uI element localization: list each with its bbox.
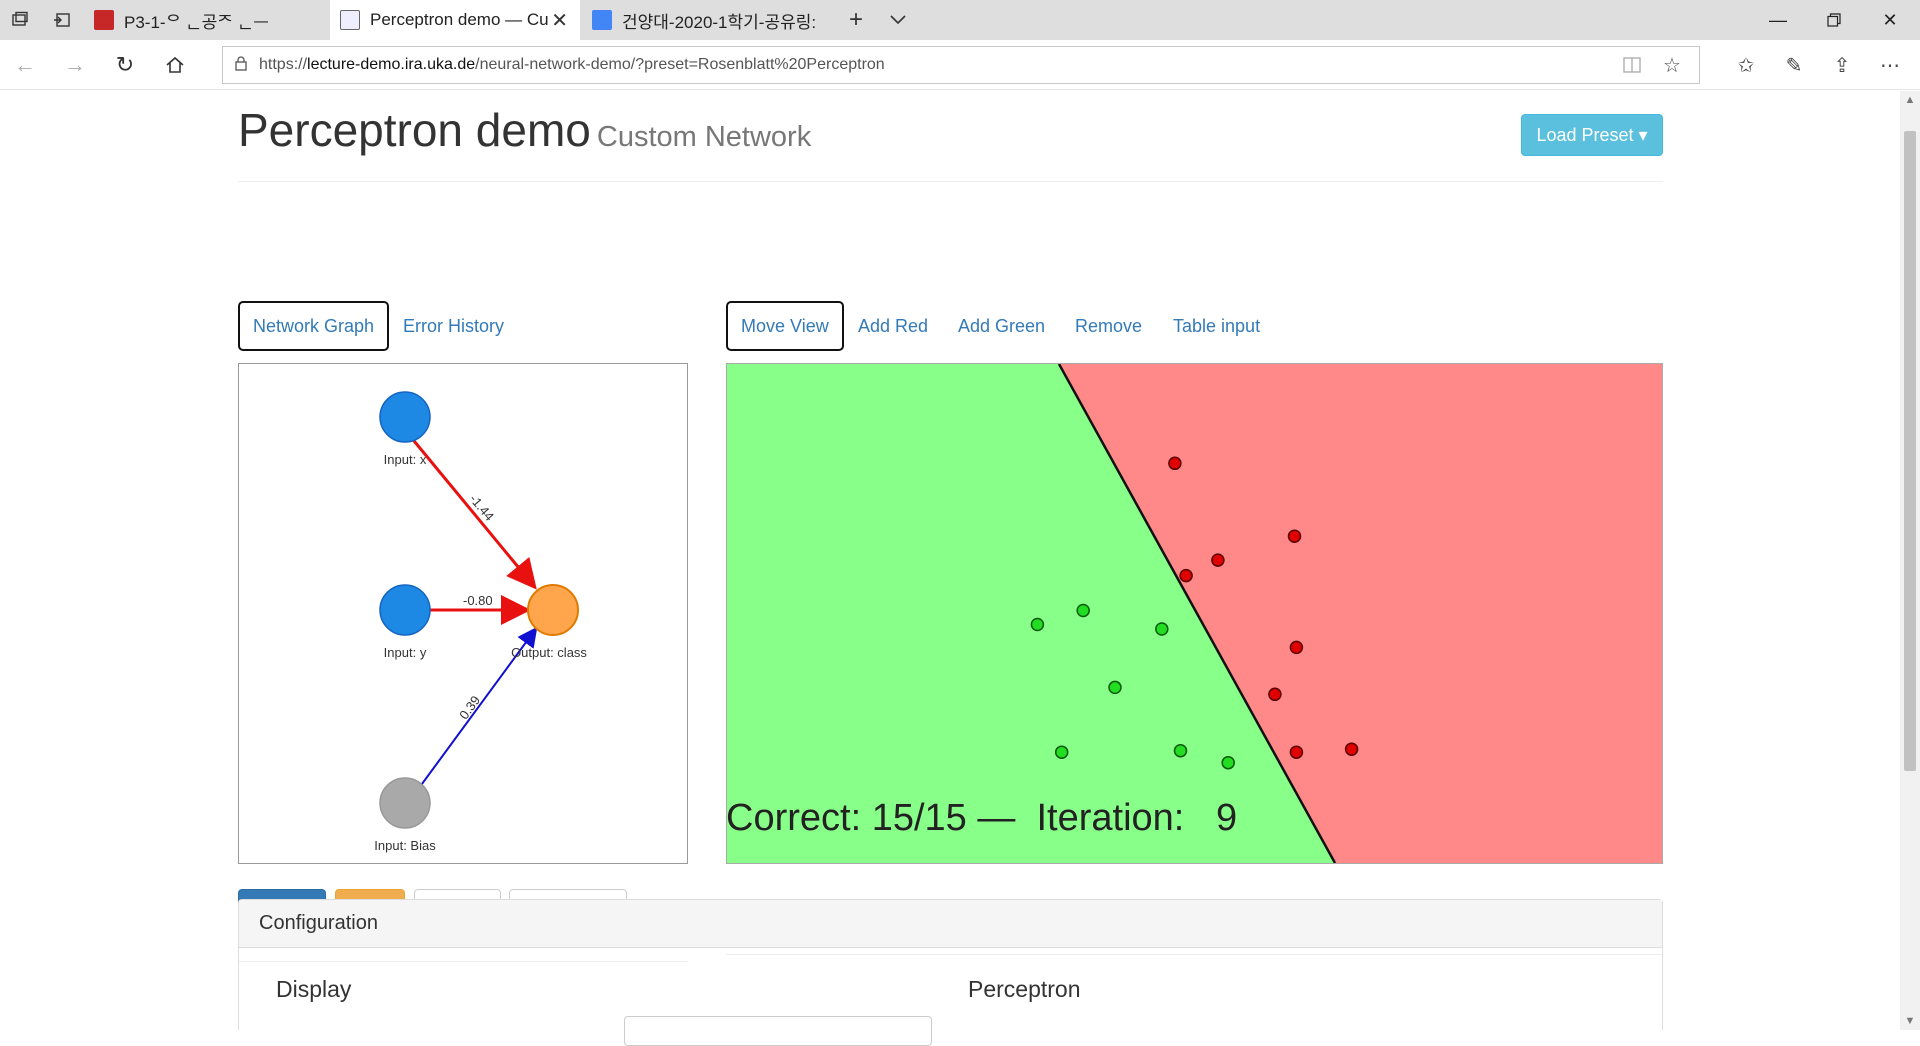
tab-list-chevron-icon[interactable]	[878, 0, 918, 40]
perceptron-section-title: Perceptron	[968, 976, 1081, 1002]
tab-title: Perceptron demo — Cu	[370, 10, 549, 29]
node-label: Input: x	[383, 452, 427, 467]
tab-remove[interactable]: Remove	[1062, 301, 1155, 351]
iteration-value: 9	[1216, 797, 1238, 839]
red-data-point[interactable]	[1289, 640, 1304, 655]
tab-perceptron-demo[interactable]: Perceptron demo — Cu ✕	[330, 0, 580, 40]
restore-icon[interactable]	[1806, 0, 1862, 40]
scroll-up-icon[interactable]: ▲	[1900, 91, 1920, 109]
green-data-point[interactable]	[1173, 743, 1188, 758]
node-label: Input: y	[383, 645, 427, 660]
favorites-list-icon[interactable]: ✩	[1726, 46, 1766, 84]
node-output-class[interactable]	[527, 584, 579, 636]
tab-pdf[interactable]: P3-1-ᄋ ᆫ공ᄌ ᆫᅳ	[84, 0, 328, 40]
new-tab-icon[interactable]: +	[836, 0, 876, 40]
green-data-point[interactable]	[1108, 680, 1122, 695]
doc-icon	[592, 10, 612, 30]
display-section-title: Display	[276, 976, 352, 1002]
url-field[interactable]: https://lecture-demo.ira.uka.de/neural-n…	[222, 46, 1700, 84]
tab-move-view[interactable]: Move View	[726, 301, 844, 351]
page-title: Perceptron demo Custom Network	[238, 104, 812, 156]
node-label: Input: Bias	[374, 838, 436, 853]
favorite-star-icon[interactable]: ☆	[1652, 46, 1692, 84]
page-scrollbar[interactable]: ▲ ▼	[1900, 91, 1920, 1030]
red-data-point[interactable]	[1211, 553, 1225, 567]
weight-label: -0.80	[463, 593, 493, 608]
configuration-heading: Configuration	[239, 900, 1662, 948]
set-aside-tabs-icon[interactable]	[42, 0, 82, 40]
browser-tab-bar: P3-1-ᄋ ᆫ공ᄌ ᆫᅳ Perceptron demo — Cu ✕ 건양대…	[0, 0, 1920, 40]
address-bar-row: ← → ↻ https://lecture-demo.ira.uka.de/ne…	[0, 40, 1920, 90]
page-content: Perceptron demo Custom Network Load Prese…	[0, 91, 1900, 1030]
tab-title: P3-1-ᄋ ᆫ공ᄌ ᆫᅳ	[124, 12, 269, 32]
tab-title: 건양대-2020-1학기-공유링:	[622, 12, 817, 32]
header-divider	[238, 181, 1663, 182]
red-data-point[interactable]	[1179, 568, 1193, 583]
reading-view-icon[interactable]	[1612, 46, 1652, 84]
close-window-icon[interactable]: ✕	[1862, 0, 1918, 40]
red-data-point[interactable]	[1168, 456, 1182, 471]
page-subtitle: Custom Network	[596, 121, 812, 153]
green-data-point[interactable]	[1155, 622, 1169, 636]
page-icon	[340, 10, 360, 30]
red-data-point[interactable]	[1268, 687, 1282, 702]
node-input-x[interactable]	[379, 391, 431, 443]
node-label: Output: class	[511, 645, 587, 660]
configuration-panel: Configuration	[238, 899, 1663, 1030]
green-data-point[interactable]	[1030, 617, 1045, 632]
more-icon[interactable]: ⋯	[1870, 46, 1910, 84]
green-data-point[interactable]	[1054, 745, 1069, 759]
iteration-label: Iteration:	[1036, 797, 1185, 839]
tab-table-input[interactable]: Table input	[1160, 301, 1273, 351]
plot-svg	[727, 364, 1662, 863]
display-setting-input[interactable]	[624, 1016, 932, 1046]
minimize-icon[interactable]: —	[1750, 0, 1806, 40]
tab-add-green[interactable]: Add Green	[945, 301, 1058, 351]
tab-add-red[interactable]: Add Red	[845, 301, 941, 351]
home-icon[interactable]	[150, 40, 200, 90]
correct-label: Correct:	[726, 797, 862, 839]
decision-boundary-plot[interactable]	[726, 363, 1663, 864]
forward-icon[interactable]: →	[50, 40, 100, 90]
pen-icon[interactable]: ✎	[1774, 46, 1814, 84]
scroll-down-icon[interactable]: ▼	[1900, 1012, 1920, 1030]
url-text: https://lecture-demo.ira.uka.de/neural-n…	[259, 56, 885, 73]
status-line: Correct: 15/15 — Iteration: 9	[726, 797, 1237, 840]
tab-error-history[interactable]: Error History	[390, 301, 517, 351]
red-data-point[interactable]	[1287, 529, 1302, 543]
network-graph-panel[interactable]: Input: x Input: y Input: Bias Output: cl…	[238, 363, 688, 864]
refresh-icon[interactable]: ↻	[100, 40, 150, 90]
node-input-y[interactable]	[379, 584, 431, 636]
share-icon[interactable]: ⇪	[1822, 46, 1862, 84]
close-tab-icon[interactable]: ✕	[551, 8, 568, 33]
back-icon[interactable]: ←	[0, 40, 50, 90]
correct-value: 15/15	[871, 797, 967, 839]
status-separator: —	[977, 797, 1016, 839]
load-preset-button[interactable]: Load Preset ▾	[1521, 114, 1663, 156]
pdf-icon	[94, 10, 114, 30]
red-data-point[interactable]	[1344, 742, 1359, 756]
green-data-point[interactable]	[1076, 603, 1090, 618]
tab-network-graph[interactable]: Network Graph	[238, 301, 390, 351]
lock-icon	[223, 55, 259, 75]
tab-doc[interactable]: 건양대-2020-1학기-공유링:	[582, 0, 832, 40]
red-data-point[interactable]	[1289, 745, 1304, 759]
tab-actions-icon[interactable]	[0, 0, 40, 40]
network-graph-svg	[379, 391, 579, 829]
green-data-point[interactable]	[1221, 755, 1235, 770]
node-input-bias[interactable]	[379, 777, 431, 829]
scrollbar-thumb[interactable]	[1904, 131, 1916, 771]
